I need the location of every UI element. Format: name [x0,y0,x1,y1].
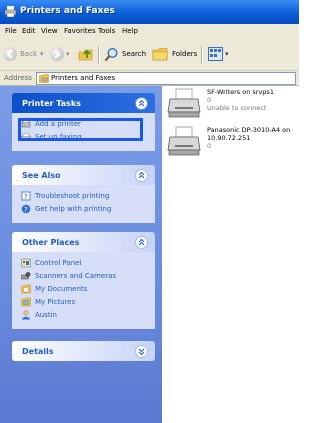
my-documents-icon [21,284,31,294]
menu-favorites[interactable]: Favorites [64,27,96,35]
collapse-icon[interactable] [135,236,148,249]
link-troubleshoot-printing-label: Troubleshoot printing [35,192,110,200]
address-label: Address [4,74,32,82]
details-title: Details [22,347,54,356]
link-get-help-printing[interactable]: ? Get help with printing [12,204,155,215]
place-my-documents[interactable]: My Documents [12,284,155,295]
address-value: Printers and Faxes [51,74,116,82]
see-also-body: ? Troubleshoot printing ? Get help with … [12,185,155,223]
address-bar: Address Printers and Faxes [0,71,299,86]
printer-item[interactable]: Panasonic DP-3010-A4 on 10.90.72.251 0 [167,126,297,162]
printer-documents: 0 [207,142,212,150]
search-label: Search [122,50,147,58]
other-places-panel: Other Places Control Panel Scanners and … [12,232,155,329]
menu-help[interactable]: Help [122,27,138,35]
back-label: Back [20,50,37,58]
views-button[interactable]: ▾ [208,46,229,62]
printer-tasks-header[interactable]: Printer Tasks [12,93,155,113]
up-folder-button[interactable] [78,46,94,62]
other-places-header[interactable]: Other Places [12,232,155,252]
printer-list: SF-Writers on srvps1 0 Unable to connect… [162,86,299,423]
user-icon [22,310,30,320]
place-control-panel-label: Control Panel [35,259,82,267]
place-scanners-cameras[interactable]: Scanners and Cameras [12,271,155,282]
printer-address: 10.90.72.251 [207,134,251,142]
forward-button[interactable]: ▾ [50,46,70,62]
forward-arrow-icon [50,47,64,61]
printer-icon [167,88,201,118]
views-icon [208,47,223,61]
details-panel: Details [12,341,155,361]
svg-text:?: ? [24,206,28,214]
control-panel-icon [21,258,31,268]
menu-view[interactable]: View [41,27,58,35]
link-troubleshoot-printing[interactable]: ? Troubleshoot printing [12,191,155,202]
folders-button[interactable]: Folders [152,46,197,62]
menu-file[interactable]: File [5,27,17,35]
title-bar[interactable]: Printers and Faxes [0,0,299,24]
my-pictures-icon [21,297,31,307]
back-button[interactable]: Back ▾ [3,46,44,62]
window-title: Printers and Faxes [20,6,115,16]
folders-label: Folders [172,50,198,58]
svg-text:?: ? [24,193,28,201]
search-button[interactable]: Search [104,46,146,62]
menu-edit[interactable]: Edit [22,27,36,35]
back-arrow-icon [3,47,17,61]
printer-icon [167,126,201,156]
place-scanners-cameras-label: Scanners and Cameras [35,272,117,280]
place-austin-label: Austin [35,311,57,319]
menu-bar: File Edit View Favorites Tools Help [0,24,299,39]
toolbar: Back ▾ ▾ Search Folders ▾ [0,38,299,71]
scanner-camera-icon [21,272,31,280]
search-icon [104,47,118,61]
link-get-help-printing-label: Get help with printing [35,205,112,213]
collapse-icon[interactable] [135,97,148,110]
toolbar-separator [201,46,203,64]
help-book-icon: ? [21,191,31,201]
printer-status: Unable to connect [207,104,267,112]
chevron-down-icon: ▾ [40,50,44,58]
place-my-pictures[interactable]: My Pictures [12,297,155,308]
address-field[interactable]: Printers and Faxes [36,72,296,85]
other-places-title: Other Places [22,238,80,247]
printer-icon [5,6,16,17]
chevron-down-icon: ▾ [66,50,70,58]
place-my-documents-label: My Documents [35,285,88,293]
place-austin[interactable]: Austin [12,310,155,321]
explorer-window: Printers and Faxes File Edit View Favori… [0,0,299,423]
printer-tasks-title: Printer Tasks [22,99,81,108]
highlight-box [18,118,143,141]
collapse-icon[interactable] [135,169,148,182]
place-control-panel[interactable]: Control Panel [12,258,155,269]
chevron-down-icon: ▾ [225,50,229,58]
menu-tools[interactable]: Tools [98,27,115,35]
toolbar-separator [98,46,100,64]
help-icon: ? [21,204,31,214]
printer-item[interactable]: SF-Writers on srvps1 0 Unable to connect [167,88,297,124]
folder-icon [152,47,169,60]
printers-folder-icon [39,74,49,83]
up-folder-icon [78,49,93,61]
details-header[interactable]: Details [12,341,155,361]
printer-name: Panasonic DP-3010-A4 on [207,126,291,134]
see-also-panel: See Also ? Troubleshoot printing ? Get h… [12,165,155,223]
see-also-title: See Also [22,171,61,180]
see-also-header[interactable]: See Also [12,165,155,185]
other-places-body: Control Panel Scanners and Cameras My Do… [12,252,155,329]
printer-documents: 0 [207,96,212,104]
place-my-pictures-label: My Pictures [35,298,76,306]
printer-name: SF-Writers on srvps1 [207,88,274,96]
expand-icon[interactable] [135,345,148,358]
